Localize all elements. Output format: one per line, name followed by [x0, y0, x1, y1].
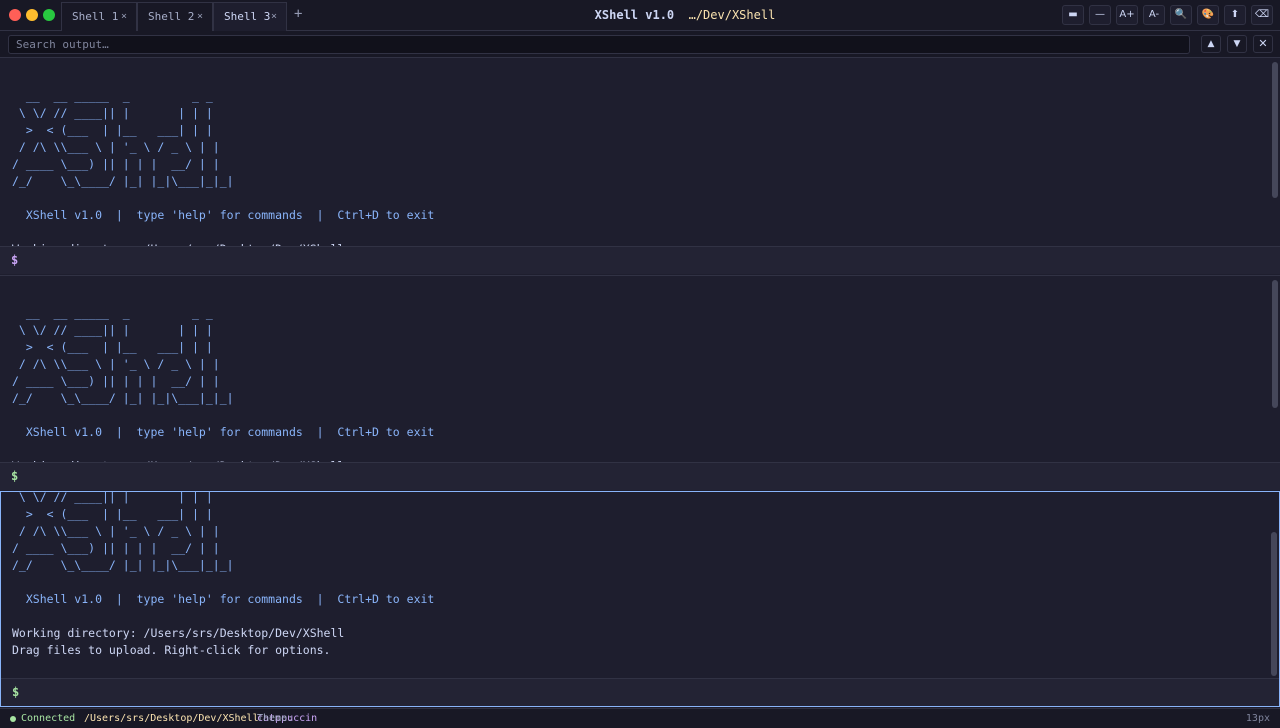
prompt-row: $: [0, 246, 1280, 274]
tab-shell-3[interactable]: Shell 3 ×: [213, 2, 287, 31]
ascii-banner: __ __ _____ _ _ _ \ \/ // ____|| | | | |…: [12, 306, 234, 405]
command-input[interactable]: [26, 251, 1230, 271]
tab-shell-1[interactable]: Shell 1 ×: [61, 2, 137, 31]
terminal-output: __ __ _____ _ _ _ \ \/ // ____|| | | | |…: [0, 276, 1270, 463]
prompt-row: $: [0, 462, 1280, 490]
font-increase-button[interactable]: A+: [1116, 5, 1138, 25]
prompt-symbol: $: [11, 253, 19, 267]
connection-status: Connected: [21, 713, 76, 724]
command-input[interactable]: [26, 467, 1230, 487]
search-icon[interactable]: 🔍: [1170, 5, 1192, 25]
clear-icon[interactable]: ⌫: [1251, 5, 1273, 25]
status-theme[interactable]: Theme: catppuccin: [257, 709, 317, 728]
ascii-banner: \ \/ // ____|| | | | | > < (___ | |__ __…: [12, 492, 234, 572]
minimize-window-button[interactable]: [26, 9, 38, 21]
prompt-symbol: $: [12, 685, 20, 699]
info-line: XShell v1.0 | type 'help' for commands |…: [12, 592, 435, 606]
terminal-pane-3[interactable]: \ \/ // ____|| | | | | > < (___ | |__ __…: [0, 491, 1280, 707]
search-input[interactable]: [8, 35, 1190, 54]
tab-label: Shell 1: [72, 10, 119, 23]
info-line: XShell v1.0 | type 'help' for commands |…: [12, 425, 435, 439]
search-prev-button[interactable]: ▲: [1201, 35, 1221, 53]
ascii-banner: __ __ _____ _ _ _ \ \/ // ____|| | | | |…: [12, 89, 234, 188]
theme-label: Theme:: [257, 713, 294, 724]
toolbar: ▬ — A+ A- 🔍 🎨 ⬆ ⌫: [1062, 5, 1273, 25]
drag-hint: Drag files to upload. Right-click for op…: [12, 643, 331, 657]
tab-label: Shell 2: [148, 10, 195, 23]
palette-icon[interactable]: 🎨: [1197, 5, 1219, 25]
status-path: /Users/srs/Desktop/Dev/XShell: [84, 713, 259, 724]
working-directory: Working directory: /Users/srs/Desktop/De…: [12, 626, 345, 640]
scrollbar[interactable]: [1272, 280, 1278, 408]
prompt-symbol: $: [11, 469, 19, 483]
new-tab-button[interactable]: +: [294, 6, 302, 22]
terminal-output: \ \/ // ____|| | | | | > < (___ | |__ __…: [1, 492, 1269, 678]
search-bar: ▲ ▼ ✕: [0, 31, 1280, 58]
font-size-indicator: 13px: [1245, 713, 1270, 724]
command-input[interactable]: [27, 683, 1231, 703]
upload-icon[interactable]: ⬆: [1224, 5, 1246, 25]
tab-close-icon[interactable]: ×: [197, 3, 203, 31]
search-close-button[interactable]: ✕: [1253, 35, 1273, 53]
split-horizontal-button[interactable]: —: [1089, 5, 1111, 25]
terminal-output: __ __ _____ _ _ _ \ \/ // ____|| | | | |…: [0, 58, 1270, 246]
tab-close-icon[interactable]: ×: [271, 3, 277, 31]
tab-close-icon[interactable]: ×: [121, 3, 127, 31]
scrollbar[interactable]: [1271, 532, 1277, 676]
app-title: XShell v1.0: [594, 8, 675, 22]
search-next-button[interactable]: ▼: [1227, 35, 1247, 53]
maximize-window-button[interactable]: [43, 9, 55, 21]
close-window-button[interactable]: [9, 9, 21, 21]
prompt-row: $: [1, 678, 1279, 706]
connection-status-icon: [10, 716, 16, 722]
terminal-pane-2[interactable]: __ __ _____ _ _ _ \ \/ // ____|| | | | |…: [0, 275, 1280, 490]
tab-shell-2[interactable]: Shell 2 ×: [137, 2, 213, 31]
title-bar: Shell 1 × Shell 2 × Shell 3 × + XShell v…: [0, 0, 1280, 31]
info-line: XShell v1.0 | type 'help' for commands |…: [12, 208, 435, 222]
font-decrease-button[interactable]: A-: [1143, 5, 1165, 25]
terminal-pane-1[interactable]: __ __ _____ _ _ _ \ \/ // ____|| | | | |…: [0, 58, 1280, 274]
split-vertical-button[interactable]: ▬: [1062, 5, 1084, 25]
scrollbar[interactable]: [1272, 62, 1278, 198]
tab-label: Shell 3: [224, 10, 271, 23]
title-path: …/Dev/XShell: [688, 8, 776, 22]
status-bar: Connected /Users/srs/Desktop/Dev/XShell …: [0, 708, 1280, 728]
